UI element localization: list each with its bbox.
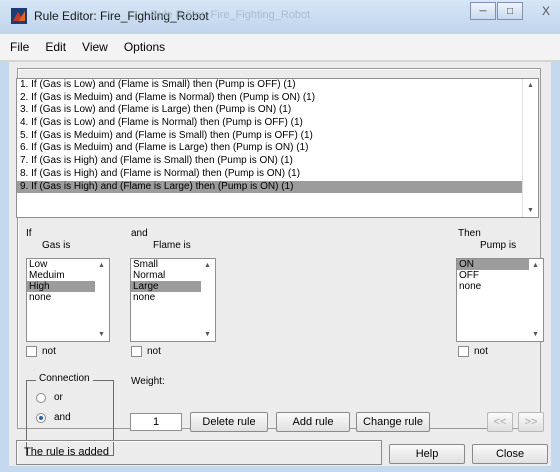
gas-not-label: not xyxy=(42,346,56,357)
flame-listbox[interactable]: Small Normal Large none ▲ ▼ xyxy=(130,258,216,342)
if-label: If xyxy=(26,228,32,239)
status-text: The rule is added xyxy=(24,446,109,458)
flame-is-label: Flame is xyxy=(153,240,191,251)
delete-rule-button[interactable]: Delete rule xyxy=(190,412,268,432)
gas-listbox[interactable]: Low Meduim High none ▲ ▼ xyxy=(26,258,110,342)
minimize-button[interactable]: ─ xyxy=(470,2,496,20)
scroll-down-icon[interactable]: ▼ xyxy=(532,331,539,338)
and-radio[interactable] xyxy=(36,413,46,423)
gas-is-label: Gas is xyxy=(42,240,71,251)
next-rule-button[interactable]: >> xyxy=(518,412,544,432)
rule-item[interactable]: 3. If (Gas is Low) and (Flame is Large) … xyxy=(17,104,538,117)
menu-bar: File Edit View Options xyxy=(0,34,560,61)
connection-title: Connection xyxy=(36,373,93,384)
pump-listbox[interactable]: ON OFF none ▲ ▼ xyxy=(456,258,544,342)
and-label: and xyxy=(131,228,148,239)
menu-view[interactable]: View xyxy=(74,40,116,54)
scroll-up-icon[interactable]: ▲ xyxy=(532,262,539,269)
scroll-down-icon[interactable]: ▼ xyxy=(204,331,211,338)
pump-is-label: Pump is xyxy=(480,240,517,251)
pump-not-checkbox[interactable] xyxy=(458,346,469,357)
or-label: or xyxy=(54,392,63,403)
scroll-up-icon[interactable]: ▲ xyxy=(98,262,105,269)
window-controls: ─ □ X xyxy=(470,2,560,20)
prev-rule-button[interactable]: << xyxy=(487,412,513,432)
window-title-ghost: Rule Editor: Fire_Fighting_Robot xyxy=(150,9,311,21)
flame-not-checkbox[interactable] xyxy=(131,346,142,357)
rule-item[interactable]: 4. If (Gas is Low) and (Flame is Normal)… xyxy=(17,117,538,130)
rule-editor-window: Rule Editor: Fire_Fighting_Robot Rule Ed… xyxy=(0,0,560,472)
weight-label: Weight: xyxy=(131,376,165,387)
scroll-up-icon[interactable]: ▲ xyxy=(204,262,211,269)
rule-item[interactable]: 2. If (Gas is Meduim) and (Flame is Norm… xyxy=(17,92,538,105)
menu-edit[interactable]: Edit xyxy=(37,40,74,54)
maximize-button[interactable]: □ xyxy=(497,2,523,20)
weight-input[interactable]: 1 xyxy=(130,413,182,431)
or-radio[interactable] xyxy=(36,393,46,403)
flame-scrollbar[interactable]: ▲ ▼ xyxy=(201,259,215,341)
gas-not-checkbox[interactable] xyxy=(26,346,37,357)
rule-item[interactable]: 1. If (Gas is Low) and (Flame is Small) … xyxy=(17,79,538,92)
flame-not-label: not xyxy=(147,346,161,357)
scroll-down-icon[interactable]: ▼ xyxy=(527,207,534,214)
pump-scrollbar[interactable]: ▲ ▼ xyxy=(529,259,543,341)
title-bar: Rule Editor: Fire_Fighting_Robot Rule Ed… xyxy=(0,0,560,34)
menu-file[interactable]: File xyxy=(0,40,37,54)
add-rule-button[interactable]: Add rule xyxy=(276,412,350,432)
rule-list-scrollbar[interactable]: ▲ ▼ xyxy=(522,79,538,217)
then-label: Then xyxy=(458,228,481,239)
rule-item[interactable]: 7. If (Gas is High) and (Flame is Small)… xyxy=(17,155,538,168)
scroll-up-icon[interactable]: ▲ xyxy=(527,82,534,89)
and-radio-label: and xyxy=(54,412,71,423)
rule-list[interactable]: 1. If (Gas is Low) and (Flame is Small) … xyxy=(16,78,539,218)
matlab-logo-icon xyxy=(11,8,27,24)
rule-item[interactable]: 8. If (Gas is High) and (Flame is Normal… xyxy=(17,168,538,181)
close-window-button[interactable]: X xyxy=(524,2,560,20)
rule-item-selected[interactable]: 9. If (Gas is High) and (Flame is Large)… xyxy=(17,180,538,194)
rule-item[interactable]: 6. If (Gas is Meduim) and (Flame is Larg… xyxy=(17,142,538,155)
help-button[interactable]: Help xyxy=(389,444,465,464)
pump-not-label: not xyxy=(474,346,488,357)
scroll-down-icon[interactable]: ▼ xyxy=(98,331,105,338)
gas-scrollbar[interactable]: ▲ ▼ xyxy=(95,259,109,341)
close-button[interactable]: Close xyxy=(472,444,548,464)
rule-item[interactable]: 5. If (Gas is Meduim) and (Flame is Smal… xyxy=(17,130,538,143)
change-rule-button[interactable]: Change rule xyxy=(356,412,430,432)
menu-options[interactable]: Options xyxy=(116,40,173,54)
